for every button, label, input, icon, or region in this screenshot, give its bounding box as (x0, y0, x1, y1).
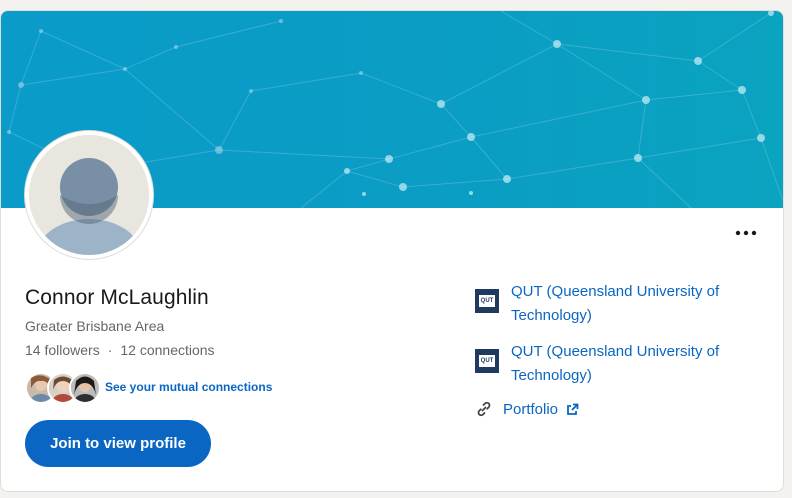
connections-count: 12 connections (120, 342, 215, 358)
school-logo-icon: QUT (475, 289, 499, 313)
mutual-faces (25, 371, 101, 404)
portfolio-label[interactable]: Portfolio (503, 401, 558, 418)
mutual-connections[interactable]: See your mutual connections (25, 371, 272, 404)
external-link-icon (567, 403, 579, 415)
profile-location: Greater Brisbane Area (25, 318, 165, 334)
school-name[interactable]: QUT (Queensland University of Technology… (511, 340, 751, 388)
portfolio-link[interactable]: Portfolio (475, 400, 765, 418)
profile-links: QUT QUT (Queensland University of Techno… (475, 280, 765, 418)
profile-stats: 14 followers · 12 connections (25, 342, 215, 358)
profile-card: Connor McLaughlin Greater Brisbane Area … (0, 10, 784, 492)
more-options-icon (735, 230, 757, 236)
school-logo-icon: QUT (475, 349, 499, 373)
profile-name: Connor McLaughlin (25, 286, 209, 309)
default-avatar-icon (29, 135, 149, 255)
school-name[interactable]: QUT (Queensland University of Technology… (511, 280, 751, 328)
stats-separator: · (107, 342, 113, 358)
link-icon (477, 401, 491, 417)
mutual-avatar (69, 372, 101, 404)
education-item[interactable]: QUT QUT (Queensland University of Techno… (475, 280, 765, 328)
more-options-button[interactable] (727, 219, 765, 247)
mutual-connections-link[interactable]: See your mutual connections (105, 380, 272, 394)
profile-avatar (25, 131, 153, 259)
followers-count: 14 followers (25, 342, 100, 358)
education-item[interactable]: QUT QUT (Queensland University of Techno… (475, 340, 765, 388)
join-to-view-profile-button[interactable]: Join to view profile (25, 420, 211, 467)
